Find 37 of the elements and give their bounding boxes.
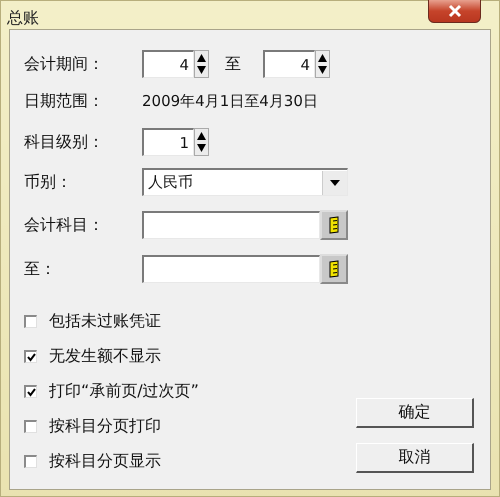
checkbox-label: 打印“承前页/过次页” [49, 381, 199, 402]
field-label: 会计科目： [24, 214, 105, 236]
account-field[interactable] [142, 255, 320, 283]
checkbox[interactable] [24, 455, 37, 468]
close-button[interactable] [428, 0, 481, 23]
spin-button[interactable] [194, 128, 209, 156]
field-label: 至： [24, 258, 57, 280]
dropdown-arrow-icon [330, 180, 340, 186]
window-title: 总账 [7, 8, 39, 29]
ok-button[interactable]: 确定 [356, 398, 474, 428]
book-icon [327, 216, 341, 234]
checkbox-label: 按科目分页打印 [49, 416, 161, 437]
spin-button[interactable] [315, 50, 330, 78]
field-label: 会计期间： [24, 54, 105, 74]
checkbox-label: 包括未过账凭证 [49, 311, 161, 332]
field-label: 科目级别： [24, 132, 105, 152]
checkbox[interactable] [24, 385, 37, 398]
cancel-button[interactable]: 取消 [356, 443, 474, 473]
close-icon [446, 4, 462, 18]
checkbox-label: 按科目分页显示 [49, 451, 161, 472]
separator-text: 至 [225, 54, 241, 74]
browse-button[interactable] [320, 210, 348, 240]
book-icon [327, 260, 341, 278]
browse-button[interactable] [320, 254, 348, 284]
field-label: 币别： [24, 172, 73, 192]
number-field[interactable]: 4 [263, 50, 315, 78]
checkbox[interactable] [24, 315, 37, 328]
number-field[interactable]: 1 [142, 128, 194, 156]
checkbox[interactable] [24, 420, 37, 433]
number-field[interactable]: 4 [142, 50, 194, 78]
account-field[interactable] [142, 211, 320, 239]
spin-button[interactable] [194, 50, 209, 78]
field-label: 日期范围： [24, 90, 105, 112]
date-range-value: 2009年4月1日至4月30日 [142, 92, 318, 110]
currency-dropdown[interactable]: 人民币 [142, 168, 348, 196]
checkbox[interactable] [24, 350, 37, 363]
checkbox-label: 无发生额不显示 [49, 346, 161, 367]
